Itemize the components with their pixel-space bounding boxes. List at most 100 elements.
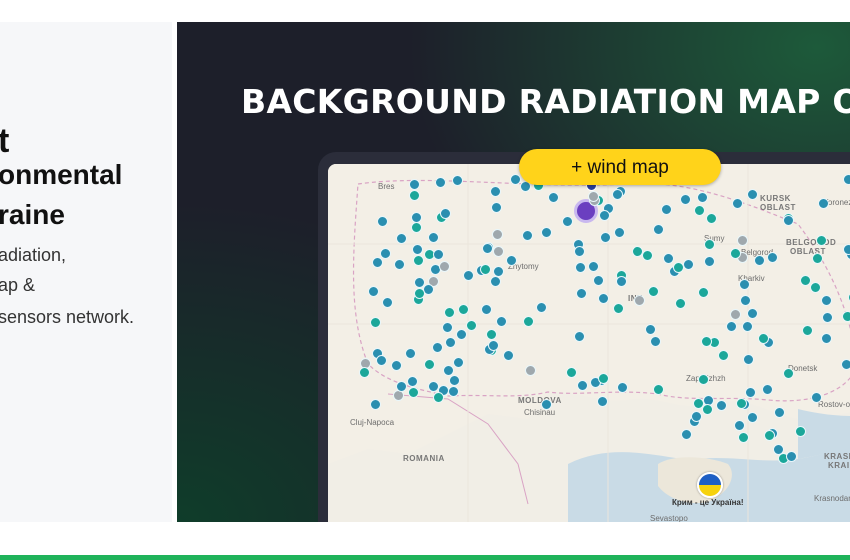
sensor-marker[interactable] — [747, 412, 758, 423]
sensor-marker[interactable] — [706, 213, 717, 224]
sensor-marker[interactable] — [541, 399, 552, 410]
sensor-marker[interactable] — [445, 337, 456, 348]
sensor-marker[interactable] — [593, 275, 604, 286]
sensor-marker[interactable] — [783, 368, 794, 379]
sensor-marker[interactable] — [377, 216, 388, 227]
sensor-marker[interactable] — [490, 186, 501, 197]
sensor-marker[interactable] — [368, 286, 379, 297]
sensor-marker[interactable] — [522, 230, 533, 241]
sensor-marker[interactable] — [767, 252, 778, 263]
sensor-marker[interactable] — [694, 205, 705, 216]
sensor-marker[interactable] — [742, 321, 753, 332]
sensor-marker[interactable] — [822, 312, 833, 323]
sensor-marker[interactable] — [642, 250, 653, 261]
sensor-marker[interactable] — [841, 359, 850, 370]
sensor-marker[interactable] — [541, 227, 552, 238]
sensor-marker[interactable] — [702, 404, 713, 415]
sensor-marker[interactable] — [653, 384, 664, 395]
wind-map-button[interactable]: + wind map — [519, 149, 721, 185]
sensor-marker[interactable] — [574, 331, 585, 342]
sensor-marker[interactable] — [683, 259, 694, 270]
sensor-marker[interactable] — [433, 392, 444, 403]
sensor-marker[interactable] — [359, 367, 370, 378]
sensor-marker[interactable] — [439, 261, 450, 272]
sensor-marker[interactable] — [613, 303, 624, 314]
sensor-marker[interactable] — [576, 288, 587, 299]
sensor-marker[interactable] — [616, 276, 627, 287]
sensor-marker[interactable] — [453, 357, 464, 368]
sensor-marker[interactable] — [448, 386, 459, 397]
sensor-marker[interactable] — [463, 270, 474, 281]
sensor-marker[interactable] — [414, 277, 425, 288]
sensor-marker[interactable] — [732, 198, 743, 209]
sensor-marker[interactable] — [745, 387, 756, 398]
sensor-marker[interactable] — [730, 248, 741, 259]
sensor-marker[interactable] — [597, 396, 608, 407]
sensor-marker[interactable] — [600, 232, 611, 243]
sensor-marker[interactable] — [490, 276, 501, 287]
sensor-marker[interactable] — [503, 350, 514, 361]
sensor-marker[interactable] — [726, 321, 737, 332]
sensor-marker[interactable] — [414, 288, 425, 299]
sensor-marker[interactable] — [691, 411, 702, 422]
sensor-marker[interactable] — [730, 309, 741, 320]
sensor-marker[interactable] — [442, 322, 453, 333]
sensor-marker[interactable] — [716, 400, 727, 411]
sensor-marker[interactable] — [599, 210, 610, 221]
sensor-marker[interactable] — [588, 191, 599, 202]
sensor-marker[interactable] — [661, 204, 672, 215]
sensor-marker[interactable] — [435, 177, 446, 188]
sensor-marker[interactable] — [411, 222, 422, 233]
sensor-marker[interactable] — [842, 311, 850, 322]
sensor-marker[interactable] — [747, 189, 758, 200]
sensor-marker[interactable] — [612, 189, 623, 200]
sensor-marker[interactable] — [562, 216, 573, 227]
sensor-marker[interactable] — [409, 179, 420, 190]
sensor-marker[interactable] — [506, 255, 517, 266]
sensor-marker[interactable] — [407, 376, 418, 387]
sensor-marker[interactable] — [663, 253, 674, 264]
sensor-marker[interactable] — [754, 255, 765, 266]
sensor-marker[interactable] — [843, 244, 850, 255]
sensor-marker[interactable] — [701, 336, 712, 347]
sensor-marker[interactable] — [380, 248, 391, 259]
sensor-marker[interactable] — [802, 325, 813, 336]
sensor-marker[interactable] — [843, 174, 850, 185]
sensor-marker[interactable] — [762, 384, 773, 395]
sensor-marker[interactable] — [718, 350, 729, 361]
sensor-marker[interactable] — [648, 286, 659, 297]
sensor-marker[interactable] — [466, 320, 477, 331]
sensor-marker[interactable] — [816, 235, 827, 246]
sensor-marker[interactable] — [598, 293, 609, 304]
promo-banner[interactable]: BACKGROUND RADIATION MAP OF U KURSK OBLA… — [177, 22, 850, 522]
sensor-marker[interactable] — [456, 329, 467, 340]
sensor-marker[interactable] — [396, 381, 407, 392]
sensor-marker[interactable] — [617, 382, 628, 393]
sensor-marker[interactable] — [566, 367, 577, 378]
sensor-marker[interactable] — [482, 243, 493, 254]
sensor-marker[interactable] — [370, 317, 381, 328]
sensor-marker[interactable] — [523, 316, 534, 327]
sensor-marker[interactable] — [493, 246, 504, 257]
sensor-marker[interactable] — [634, 295, 645, 306]
sensor-marker[interactable] — [412, 244, 423, 255]
sensor-marker[interactable] — [376, 355, 387, 366]
sensor-marker[interactable] — [758, 333, 769, 344]
sensor-marker[interactable] — [548, 192, 559, 203]
sensor-marker[interactable] — [391, 360, 402, 371]
sensor-marker[interactable] — [693, 398, 704, 409]
sensor-marker[interactable] — [704, 239, 715, 250]
sensor-marker[interactable] — [653, 224, 664, 235]
sensor-marker[interactable] — [783, 215, 794, 226]
radiation-map[interactable]: KURSK OBLAST Voronez BELGOROD OBLAST Bel… — [328, 164, 850, 522]
sensor-marker[interactable] — [645, 324, 656, 335]
sensor-marker[interactable] — [408, 387, 419, 398]
sensor-marker[interactable] — [675, 298, 686, 309]
sensor-marker[interactable] — [738, 432, 749, 443]
sensor-marker[interactable] — [739, 279, 750, 290]
sensor-marker[interactable] — [493, 266, 504, 277]
sensor-marker[interactable] — [449, 375, 460, 386]
sensor-marker[interactable] — [525, 365, 536, 376]
sensor-marker[interactable] — [480, 264, 491, 275]
sensor-marker[interactable] — [458, 304, 469, 315]
